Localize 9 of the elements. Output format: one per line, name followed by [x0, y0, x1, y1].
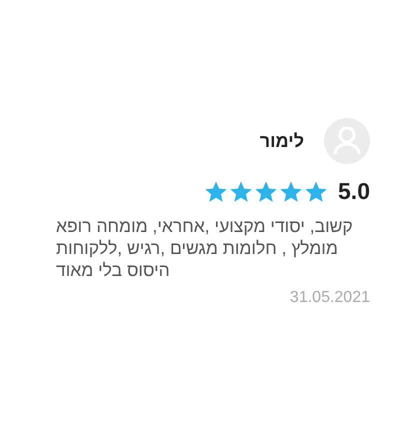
- star-icon: [204, 180, 228, 204]
- rating-value: 5.0: [338, 178, 370, 205]
- star-icon: [229, 180, 254, 204]
- star-icon: [304, 180, 328, 204]
- author-name: לימור: [260, 130, 304, 152]
- review-text: רופא מומחה ,אחראי, מקצועי יסודי ,קשוב ללקוחות, רגיש, מגשים חלומות , מומלץ מאוד בלי היסוס: [56, 215, 354, 281]
- review-date: 31.05.2021: [290, 289, 370, 307]
- star-icon: [279, 180, 304, 204]
- star-icon: [254, 180, 278, 204]
